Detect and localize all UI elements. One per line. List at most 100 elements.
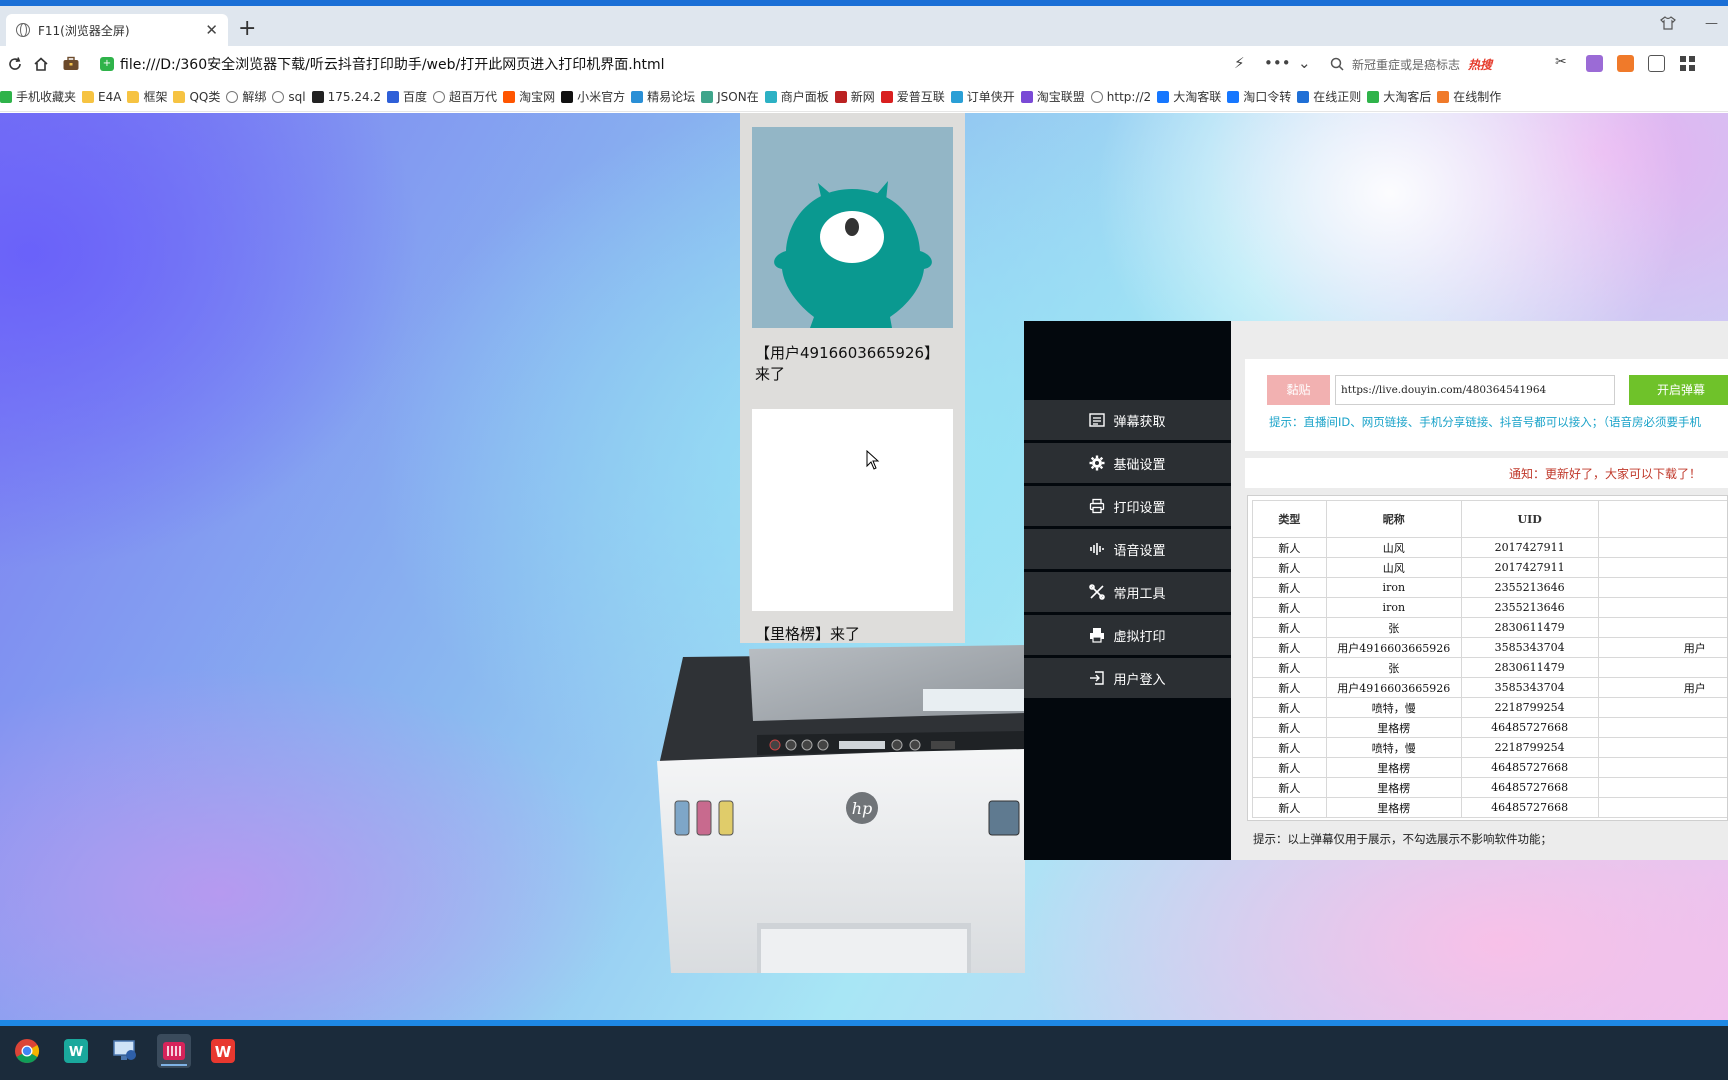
wps-office-icon[interactable]: W (206, 1034, 240, 1068)
bookmark-item[interactable]: 精易论坛 (631, 88, 695, 105)
bookmark-label: QQ类 (189, 90, 221, 104)
hot-search-badge: 热搜 (1468, 57, 1493, 72)
table-row: 新人 用户4916603665926 3585343704 用户 (1252, 677, 1727, 698)
bookmark-item[interactable]: JSON在 (701, 88, 759, 105)
g-icon (1437, 90, 1450, 103)
start-barrage-button[interactable]: 开启弹幕 (1629, 375, 1728, 405)
table-cell: 里格楞 (1325, 797, 1462, 818)
search-box[interactable]: 新冠重症或是癌标志 热搜 (1330, 51, 1530, 77)
table-row: 新人 用户4916603665926 3585343704 用户 (1252, 637, 1727, 658)
bookmark-item[interactable]: 大淘客后 (1367, 88, 1431, 105)
remote-desktop-icon[interactable] (108, 1034, 142, 1068)
bookmark-item[interactable]: 淘宝网 (503, 88, 555, 105)
url-text: file:///D:/360安全浏览器下载/听云抖音打印助手/web/打开此网页… (120, 57, 665, 73)
chrome-icon[interactable] (10, 1034, 44, 1068)
table-header: 类型 昵称 UID (1252, 500, 1727, 538)
bookmark-item[interactable]: 爱普互联 (880, 88, 945, 105)
table-cell (1597, 737, 1727, 758)
bookmarks-bar: 手机收藏夹 E4A 框架 QQ类 解绑 sql 175.24.2 百度 超百万代 淘宝网 小米官方 精… (0, 82, 1728, 112)
scissors-icon[interactable]: ✂ (1555, 54, 1567, 70)
avatar-placeholder (752, 409, 953, 611)
table-cell: 新人 (1252, 557, 1327, 578)
bookmark-item[interactable]: 175.24.2 (311, 90, 381, 104)
app-content: 黏贴 开启弹幕 提示：直播间ID、网页链接、手机分享链接、抖音号都可以接入；（语… (1231, 321, 1728, 860)
barcode-tool-icon[interactable] (157, 1034, 191, 1068)
paste-button[interactable]: 黏贴 (1267, 375, 1330, 405)
bookmark-item[interactable]: QQ类 (173, 88, 220, 105)
live-url-input[interactable] (1335, 375, 1615, 405)
bookmark-item[interactable]: http://2 (1090, 90, 1151, 104)
table-cell: 里格楞 (1325, 777, 1462, 798)
svg-text:W: W (215, 1043, 232, 1061)
menu-item-virtual-print[interactable]: 虚拟打印 (1024, 615, 1231, 655)
bookmark-item[interactable]: sql (272, 89, 306, 104)
menu-item-voice-settings[interactable]: 语音设置 (1024, 529, 1231, 569)
svg-text:hp: hp (852, 799, 873, 818)
table-cell: 2017427911 (1460, 537, 1599, 558)
bookmark-item[interactable]: 订单侠开 (950, 88, 1015, 105)
menu-label: 弹幕获取 (1113, 414, 1166, 430)
bookmark-item[interactable]: 框架 (127, 88, 167, 105)
table-cell: 46485727668 (1460, 757, 1599, 778)
home-icon[interactable] (26, 49, 56, 79)
svg-text:W: W (69, 1045, 83, 1060)
bookmark-item[interactable]: 淘口令转 (1227, 88, 1291, 105)
column-header: UID (1460, 500, 1599, 538)
bookmark-item[interactable]: 新网 (834, 88, 875, 105)
bookmark-label: sql (288, 89, 306, 104)
bookmark-item[interactable]: 百度 (387, 88, 427, 105)
table-cell: 用户4916603665926 (1325, 637, 1462, 658)
browser-tab[interactable]: F11(浏览器全屏) ✕ (6, 14, 228, 46)
briefcase-icon[interactable] (56, 49, 86, 79)
bookmark-label: 解绑 (242, 90, 267, 104)
chevron-down-icon[interactable]: ⌄ (1298, 54, 1311, 72)
bookmark-item[interactable]: E4A (82, 90, 121, 104)
bookmark-item[interactable]: 淘宝联盟 (1020, 88, 1085, 105)
menu-item-barrage[interactable]: 弹幕获取 (1024, 400, 1231, 440)
table-row: 新人张 2830611479 (1252, 657, 1727, 678)
bookmark-item[interactable]: 手机收藏夹 (0, 88, 76, 105)
more-icon[interactable]: ••• (1264, 54, 1291, 72)
minimize-icon[interactable]: — (1705, 16, 1718, 31)
bookmark-label: 大淘客后 (1383, 90, 1432, 104)
table-row: 新人 里格楞 46485727668 (1252, 757, 1727, 778)
bookmark-item[interactable]: 大淘客联 (1157, 88, 1221, 105)
url-field[interactable]: + file:///D:/360安全浏览器下载/听云抖音打印助手/web/打开此… (100, 50, 1305, 78)
bookmark-label: 在线正则 (1313, 90, 1362, 104)
new-tab-button[interactable]: + (238, 18, 256, 40)
menu-item-basic-settings[interactable]: 基础设置 (1024, 443, 1231, 483)
column-header: 类型 (1252, 500, 1327, 538)
game-icon[interactable] (1617, 55, 1634, 72)
bookmark-item[interactable]: 超百万代 (433, 88, 497, 105)
folder-icon (173, 90, 186, 103)
bookmark-item[interactable]: 在线正则 (1297, 88, 1361, 105)
menu-item-print-settings[interactable]: 打印设置 (1024, 486, 1231, 526)
table-cell (1597, 797, 1727, 818)
translate-icon[interactable] (1586, 55, 1603, 72)
menu-item-tools[interactable]: 常用工具 (1024, 572, 1231, 612)
lightning-icon[interactable]: ⚡ (1234, 54, 1245, 72)
table-cell: 新人 (1252, 597, 1327, 618)
window-icon[interactable] (1648, 55, 1665, 72)
page-viewport: 【用户4916603665926】来了 【里格楞】来了 hp 弹幕获取 基础设置… (0, 113, 1728, 1020)
bookmark-item[interactable]: 小米官方 (561, 88, 625, 105)
table-cell: 新人 (1252, 777, 1327, 798)
notice-bar: 通知：更新好了，大家可以下载了！ (1245, 458, 1728, 488)
bookmark-item[interactable]: 商户面板 (764, 88, 829, 105)
close-icon[interactable]: ✕ (205, 21, 218, 39)
table-cell: 2218799254 (1460, 697, 1599, 718)
table-cell: 张 (1325, 657, 1462, 678)
table-row: 新人 里格楞 46485727668 (1252, 797, 1727, 818)
bookmark-label: JSON在 (717, 90, 759, 104)
bookmark-label: 在线制作 (1453, 90, 1502, 104)
shirt-icon[interactable] (1660, 16, 1676, 34)
table-row: 新人 里格楞 46485727668 (1252, 777, 1727, 798)
search-icon (1330, 57, 1344, 71)
wps-writer-icon[interactable]: W (59, 1034, 93, 1068)
bookmark-item[interactable]: 在线制作 (1437, 88, 1501, 105)
bookmark-item[interactable]: 解绑 (226, 88, 266, 105)
table-cell: 山风 (1325, 537, 1462, 558)
address-bar: + file:///D:/360安全浏览器下载/听云抖音打印助手/web/打开此… (0, 46, 1728, 82)
menu-item-login[interactable]: 用户登入 (1024, 658, 1231, 698)
apps-grid-icon[interactable] (1679, 55, 1696, 72)
